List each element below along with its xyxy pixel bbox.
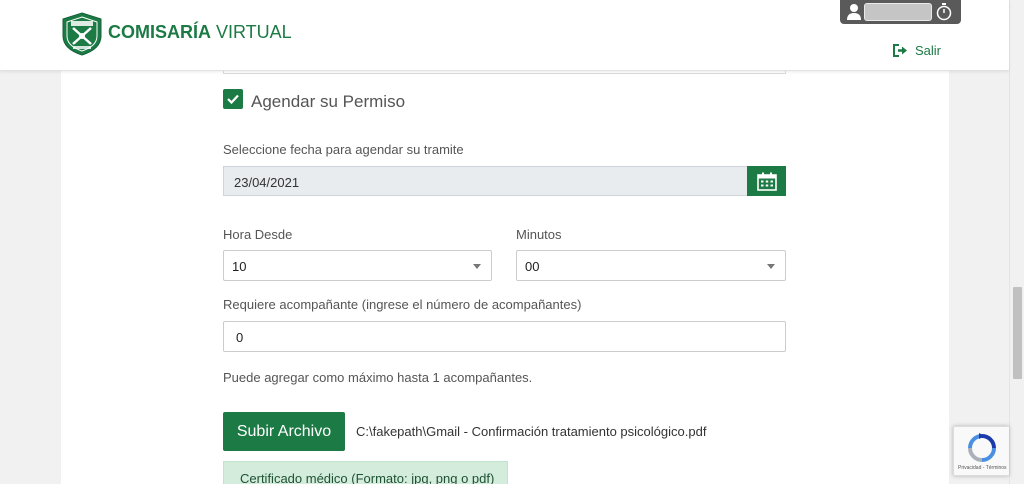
page-scrollbar[interactable]	[1009, 0, 1024, 484]
minutes-select[interactable]: 00	[516, 250, 786, 281]
hour-label: Hora Desde	[223, 227, 293, 242]
date-input[interactable]: 23/04/2021	[223, 166, 747, 196]
logout-label: Salir	[915, 43, 942, 58]
minutes-label: Minutos	[516, 227, 562, 242]
site-brand[interactable]: COMISARÍA VIRTUAL	[108, 22, 292, 43]
date-label: Seleccione fecha para agendar su tramite	[223, 142, 464, 157]
schedule-checkbox[interactable]	[223, 89, 243, 109]
username-redacted	[864, 3, 932, 21]
companions-label: Requiere acompañante (ingrese el número …	[223, 297, 582, 312]
certificate-notice: Certificado médico (Formato: jpg, png o …	[223, 461, 508, 484]
schedule-checkbox-label[interactable]: Agendar su Permiso	[251, 92, 405, 112]
chevron-down-icon	[767, 264, 775, 269]
recaptcha-icon	[968, 433, 996, 462]
brand-bold-text: COMISARÍA	[108, 22, 211, 42]
sign-out-icon	[893, 44, 907, 57]
chevron-down-icon	[473, 264, 481, 269]
recaptcha-badge[interactable]: Privacidad - Términos	[953, 426, 1009, 476]
upload-file-button[interactable]: Subir Archivo	[223, 412, 345, 451]
brand-light-text: VIRTUAL	[211, 22, 292, 42]
hour-select[interactable]: 10	[223, 250, 492, 281]
checkmark-icon	[227, 94, 239, 105]
calendar-icon	[756, 172, 777, 191]
user-icon	[846, 3, 862, 20]
user-session-box	[840, 0, 961, 24]
scrollbar-thumb[interactable]	[1013, 287, 1022, 379]
uploaded-filename: C:\fakepath\Gmail - Confirmación tratami…	[356, 424, 707, 439]
logout-link[interactable]: Salir	[893, 43, 941, 58]
main-content	[61, 71, 949, 484]
site-header: COMISARÍA VIRTUAL Salir	[0, 0, 1009, 71]
hour-select-value: 10	[232, 259, 247, 274]
companions-input[interactable]: 0	[223, 321, 786, 352]
minutes-select-value: 00	[525, 259, 540, 274]
companions-help-text: Puede agregar como máximo hasta 1 acompa…	[223, 370, 533, 385]
recaptcha-footer[interactable]: Privacidad - Términos	[958, 465, 1007, 471]
session-timer-icon	[935, 2, 953, 21]
calendar-button[interactable]	[747, 166, 786, 196]
carabineros-logo[interactable]	[61, 12, 103, 56]
